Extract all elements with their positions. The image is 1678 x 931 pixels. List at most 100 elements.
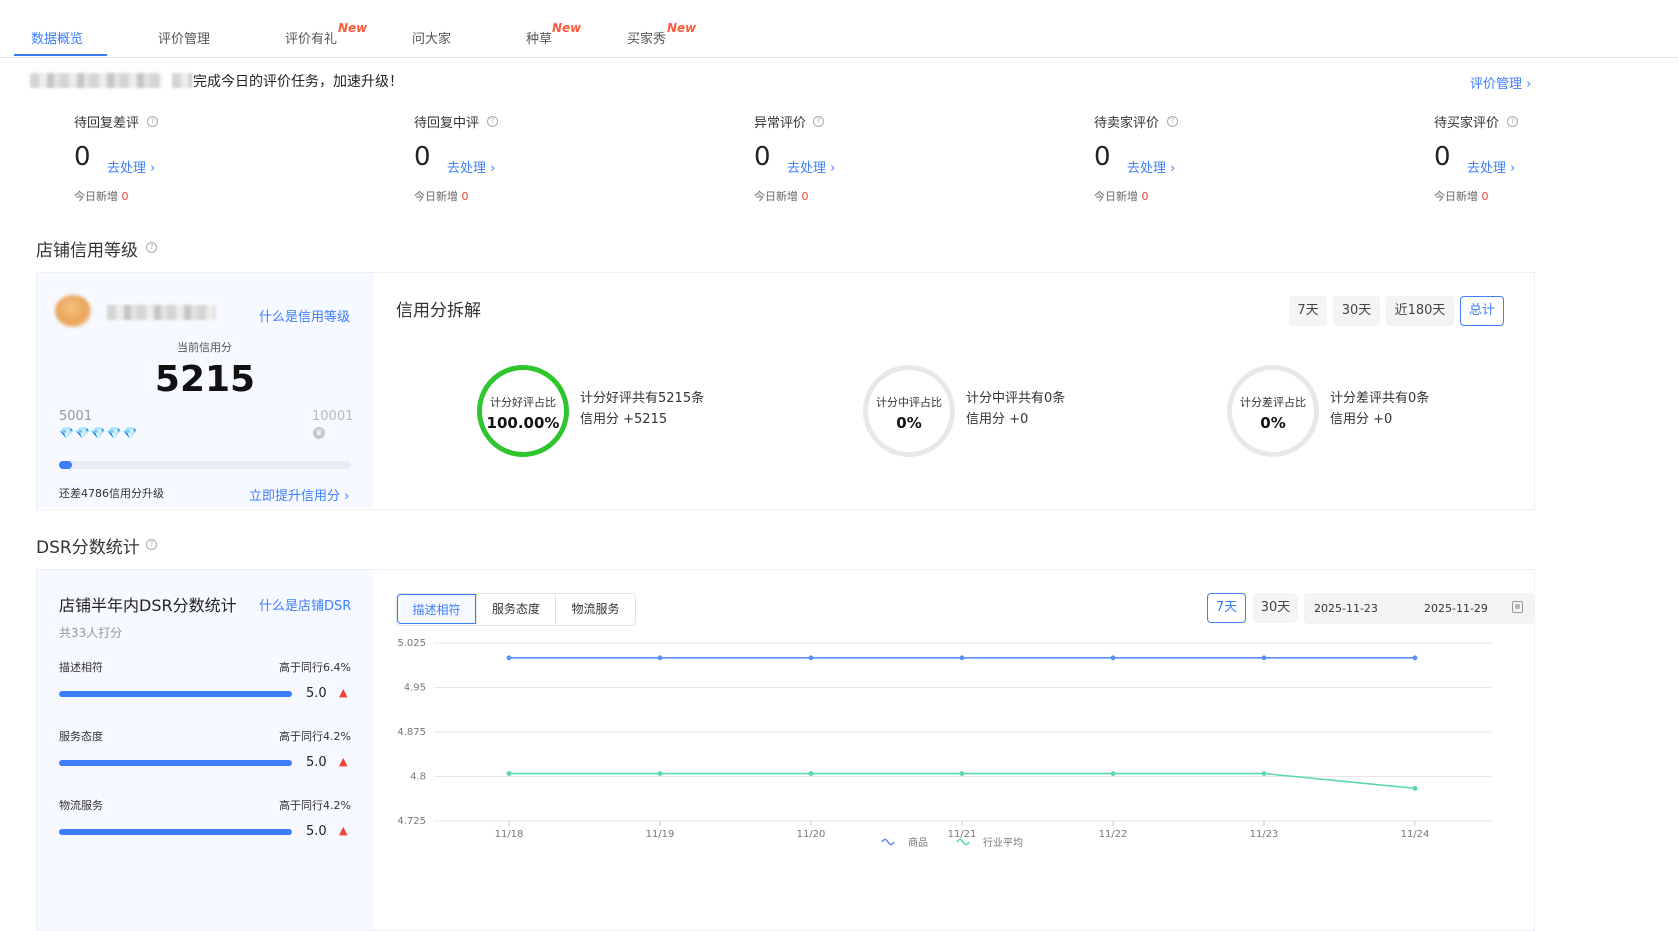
stat-pending-seller: 待卖家评价 ? 0 去处理 › 今日新增 0 bbox=[1094, 112, 1344, 207]
process-link[interactable]: 去处理 › bbox=[1467, 157, 1515, 176]
positive-count-text: 计分好评共有5215条 bbox=[580, 391, 705, 406]
data-point bbox=[506, 655, 512, 661]
dsr-item-name: 服务态度 bbox=[59, 730, 103, 743]
ring-label: 计分中评占比 bbox=[876, 396, 942, 409]
today-new-value: 0 bbox=[1141, 190, 1149, 203]
process-link[interactable]: 去处理 › bbox=[107, 157, 155, 176]
legend-label: 行业平均 bbox=[983, 836, 1023, 849]
metric-tab-description[interactable]: 描述相符 bbox=[397, 594, 476, 624]
today-new-label: 今日新增 0 bbox=[414, 190, 469, 203]
today-new-value: 0 bbox=[801, 190, 809, 203]
tab-seeding[interactable]: 种草 bbox=[526, 28, 552, 47]
ring-label: 计分差评占比 bbox=[1240, 396, 1306, 409]
top-tab-bar: 数据概览 评价管理 评价有礼 New 问大家 种草 New 买家秀 New bbox=[0, 0, 1678, 58]
x-tick-label: 11/18 bbox=[495, 829, 524, 840]
dsr-score: 5.0 bbox=[306, 686, 327, 701]
help-icon[interactable]: ? bbox=[1507, 116, 1518, 127]
help-icon[interactable]: ? bbox=[487, 116, 498, 127]
legend-wave-icon bbox=[881, 838, 895, 846]
period-180d-button[interactable]: 近180天 bbox=[1386, 296, 1454, 326]
metric-tab-group: 描述相符 服务态度 物流服务 bbox=[396, 593, 636, 626]
date-end: 2025-11-29 bbox=[1424, 602, 1488, 615]
tab-ask-everyone[interactable]: 问大家 bbox=[412, 28, 451, 47]
level-max: 10001 bbox=[312, 409, 354, 424]
stat-title: 待卖家评价 bbox=[1094, 116, 1160, 131]
calendar-icon[interactable]: ▦ bbox=[1512, 601, 1523, 613]
help-icon[interactable]: ? bbox=[146, 242, 157, 253]
ring-label: 计分好评占比 bbox=[490, 396, 556, 409]
dsr-item-compare: 高于同行4.2% bbox=[279, 799, 351, 812]
x-tick-label: 11/23 bbox=[1250, 829, 1279, 840]
data-point bbox=[1110, 655, 1116, 661]
metric-tab-logistics[interactable]: 物流服务 bbox=[555, 594, 635, 624]
process-link[interactable]: 去处理 › bbox=[787, 157, 835, 176]
tab-buyer-show[interactable]: 买家秀 bbox=[627, 28, 666, 47]
period-total-button[interactable]: 总计 bbox=[1460, 296, 1504, 326]
stat-title: 异常评价 bbox=[754, 116, 807, 131]
data-point bbox=[1412, 655, 1418, 661]
data-point bbox=[657, 655, 663, 661]
negative-ratio-ring: 计分差评占比 0% bbox=[1227, 365, 1319, 457]
dsr-period-7d-button[interactable]: 7天 bbox=[1207, 593, 1246, 623]
help-icon[interactable]: ? bbox=[1167, 116, 1178, 127]
blurred-shop-name bbox=[172, 73, 192, 88]
ring-value: 0% bbox=[896, 414, 922, 432]
tab-review-management[interactable]: 评价管理 bbox=[158, 28, 210, 47]
blurred-shop-name bbox=[30, 73, 162, 88]
help-icon[interactable]: ? bbox=[813, 116, 824, 127]
neutral-ratio-ring: 计分中评占比 0% bbox=[863, 365, 955, 457]
data-point bbox=[1412, 785, 1418, 791]
help-icon[interactable]: ? bbox=[146, 539, 157, 550]
process-link[interactable]: 去处理 › bbox=[1127, 157, 1175, 176]
dsr-item-name: 描述相符 bbox=[59, 661, 103, 674]
period-30d-button[interactable]: 30天 bbox=[1333, 296, 1380, 326]
active-tab-indicator bbox=[14, 54, 107, 56]
date-start: 2025-11-23 bbox=[1314, 602, 1378, 615]
period-7d-button[interactable]: 7天 bbox=[1289, 296, 1327, 326]
review-management-link[interactable]: 评价管理 › bbox=[1470, 73, 1531, 92]
dsr-section-title: DSR分数统计 bbox=[36, 538, 140, 558]
credit-progress-fill bbox=[59, 461, 72, 469]
y-tick-label: 4.8 bbox=[410, 772, 426, 783]
what-is-credit-level-link[interactable]: 什么是信用等级 bbox=[259, 306, 350, 325]
y-tick-label: 5.025 bbox=[397, 638, 426, 649]
date-range-picker[interactable]: 2025-11-23 2025-11-29 ▦ bbox=[1304, 593, 1534, 624]
y-tick-label: 4.95 bbox=[404, 683, 426, 694]
data-point bbox=[1261, 655, 1267, 661]
negative-count-text: 计分差评共有0条 bbox=[1330, 391, 1430, 406]
today-new-label: 今日新增 0 bbox=[1434, 190, 1489, 203]
x-tick-label: 11/22 bbox=[1099, 829, 1128, 840]
what-is-dsr-link[interactable]: 什么是店铺DSR bbox=[259, 595, 351, 614]
positive-credit-text: 信用分 +5215 bbox=[580, 412, 668, 427]
stat-title: 待回复中评 bbox=[414, 116, 480, 131]
stat-pending-neutral: 待回复中评 ? 0 去处理 › 今日新增 0 bbox=[414, 112, 664, 207]
dsr-line-chart: 5.025 4.95 4.875 4.8 4.725 11/18 11/19 11/20 11/… bbox=[397, 638, 1491, 849]
banner-message: 完成今日的评价任务，加速升级！ bbox=[193, 74, 403, 90]
credit-score: 5215 bbox=[154, 359, 256, 400]
dsr-score-bar bbox=[59, 829, 292, 835]
y-tick-label: 4.725 bbox=[397, 816, 426, 827]
tab-review-gift[interactable]: 评价有礼 bbox=[285, 28, 337, 47]
data-point bbox=[1261, 771, 1267, 776]
stat-abnormal: 异常评价 ? 0 去处理 › 今日新增 0 bbox=[754, 112, 1004, 207]
x-tick-label: 11/24 bbox=[1401, 829, 1430, 840]
dsr-period-30d-button[interactable]: 30天 bbox=[1253, 593, 1298, 623]
current-credit-label: 当前信用分 bbox=[177, 341, 232, 354]
dsr-card-title: 店铺半年内DSR分数统计 bbox=[59, 596, 237, 615]
data-point bbox=[959, 655, 965, 661]
boost-credit-link[interactable]: 立即提升信用分 › bbox=[249, 485, 349, 504]
new-badge: New bbox=[338, 21, 368, 35]
metric-tab-service[interactable]: 服务态度 bbox=[476, 594, 555, 624]
help-icon[interactable]: ? bbox=[147, 116, 158, 127]
negative-credit-text: 信用分 +0 bbox=[1330, 412, 1393, 427]
blurred-shop-name bbox=[107, 305, 215, 320]
dsr-item-compare: 高于同行4.2% bbox=[279, 730, 351, 743]
positive-detail: 计分好评共有5215条 信用分 +5215 bbox=[580, 388, 704, 430]
credit-progress-track bbox=[59, 461, 351, 469]
tab-data-overview[interactable]: 数据概览 bbox=[31, 28, 83, 47]
stat-value: 0 bbox=[414, 142, 431, 172]
process-link[interactable]: 去处理 › bbox=[447, 157, 495, 176]
today-new-label: 今日新增 0 bbox=[754, 190, 809, 203]
stat-title: 待买家评价 bbox=[1434, 116, 1500, 131]
legend-wave-icon bbox=[956, 838, 970, 846]
